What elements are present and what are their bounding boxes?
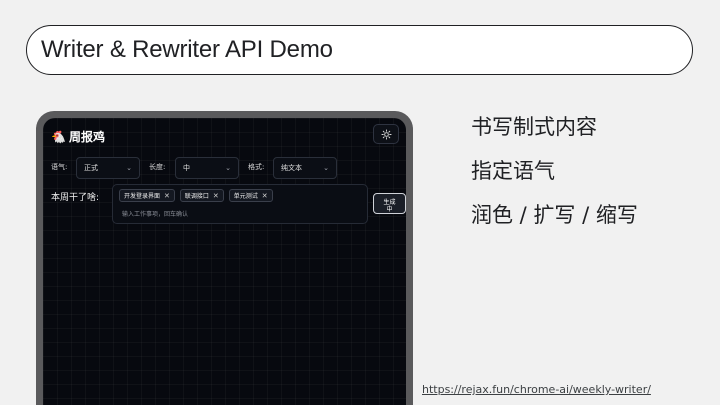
app-title: 周报鸡	[68, 130, 105, 144]
tone-label: 语气:	[51, 163, 68, 171]
feature-item: 指定语气	[471, 159, 555, 183]
theme-toggle-button[interactable]	[373, 124, 399, 144]
demo-link[interactable]: https://rejax.fun/chrome-ai/weekly-write…	[422, 383, 651, 396]
close-icon[interactable]: ✕	[213, 192, 219, 200]
chevron-down-icon: ⌄	[323, 164, 329, 172]
tag-chip: 开发登录界面 ✕	[119, 189, 175, 202]
settings-row: 语气: 正式 ⌄ 长度: 中 ⌄ 格式: 纯文本 ⌄	[51, 157, 381, 179]
format-label: 格式:	[248, 163, 265, 171]
close-icon[interactable]: ✕	[262, 192, 268, 200]
chevron-down-icon: ⌄	[225, 164, 231, 172]
app-header: 🐔 周报鸡	[51, 128, 105, 145]
tone-select[interactable]: 正式 ⌄	[76, 157, 140, 179]
tag-label: 单元测试	[233, 193, 258, 200]
slide-title-bar: Writer & Rewriter API Demo	[26, 25, 693, 75]
prompt-label: 本周干了啥:	[51, 193, 100, 203]
tag-chip: 联调接口 ✕	[179, 189, 224, 202]
format-select[interactable]: 纯文本 ⌄	[273, 157, 337, 179]
generate-button[interactable]: 生成中	[373, 193, 406, 214]
tasks-input-box[interactable]: 开发登录界面 ✕ 联调接口 ✕ 单元测试 ✕ 输入工作事项，回车确认	[112, 184, 368, 224]
tone-value: 正式	[84, 164, 98, 172]
tasks-input-placeholder[interactable]: 输入工作事项，回车确认	[122, 209, 188, 218]
tag-list: 开发登录界面 ✕ 联调接口 ✕ 单元测试 ✕	[119, 189, 273, 202]
app-screen: 🐔 周报鸡 语气: 正式 ⌄ 长度: 中 ⌄ 格式: 纯文本 ⌄ 本周干了啥: …	[43, 118, 406, 405]
format-value: 纯文本	[281, 164, 302, 172]
tag-chip: 单元测试 ✕	[228, 189, 273, 202]
tag-label: 开发登录界面	[124, 193, 161, 200]
chicken-icon: 🐔	[51, 129, 66, 144]
tag-label: 联调接口	[184, 193, 209, 200]
length-select[interactable]: 中 ⌄	[175, 157, 239, 179]
slide-title: Writer & Rewriter API Demo	[41, 36, 333, 63]
device-frame: 🐔 周报鸡 语气: 正式 ⌄ 长度: 中 ⌄ 格式: 纯文本 ⌄ 本周干了啥: …	[36, 111, 413, 405]
feature-item: 润色 / 扩写 / 缩写	[471, 203, 638, 227]
length-value: 中	[183, 164, 190, 172]
length-label: 长度:	[149, 163, 166, 171]
feature-item: 书写制式内容	[471, 115, 597, 139]
sun-icon	[380, 128, 392, 140]
feature-list: 书写制式内容 指定语气 润色 / 扩写 / 缩写	[471, 116, 638, 248]
close-icon[interactable]: ✕	[164, 192, 170, 200]
chevron-down-icon: ⌄	[126, 164, 132, 172]
